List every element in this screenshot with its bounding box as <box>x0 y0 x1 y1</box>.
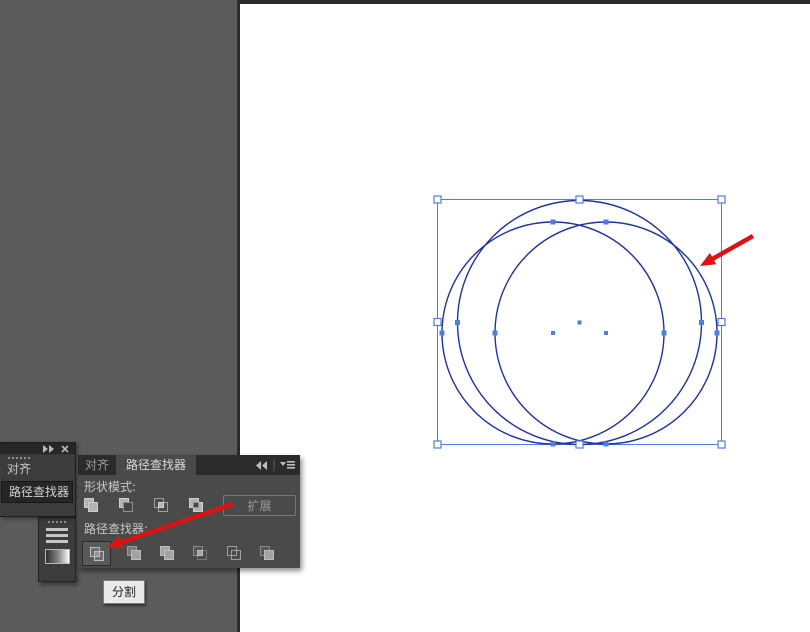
tab-align[interactable]: 对齐 <box>78 455 116 475</box>
panel-list-header[interactable] <box>0 443 75 454</box>
pathfinder-panel-body: 形状模式: 扩展 路径查找器: <box>78 475 300 568</box>
pathfinder-divide-button[interactable] <box>82 541 111 566</box>
anchor-point[interactable] <box>455 320 460 325</box>
bounding-box-handle[interactable] <box>718 319 725 326</box>
divide-tooltip: 分割 <box>103 580 145 604</box>
pathfinder-trim-button[interactable] <box>126 545 142 561</box>
stroke-panel-icon[interactable] <box>46 528 68 543</box>
close-icon[interactable] <box>61 445 69 453</box>
bounding-box-handle[interactable] <box>434 441 441 448</box>
anchor-point[interactable] <box>440 331 445 336</box>
anchor-point[interactable] <box>551 220 556 225</box>
bounding-box-handle[interactable] <box>576 196 583 203</box>
bounding-box-handle[interactable] <box>718 441 725 448</box>
panel-list-items: 对齐路径查找器 <box>0 459 75 503</box>
panel-list-item-pathfinder[interactable]: 路径查找器 <box>1 481 73 503</box>
dock-grip-handle[interactable] <box>48 521 66 523</box>
collapse-to-icons-icon[interactable] <box>256 461 268 470</box>
shape-mode-unite-button[interactable] <box>83 497 99 513</box>
shape-modes-label: 形状模式: <box>84 478 136 495</box>
pathfinder-tabbar: 对齐 路径查找器 <box>78 455 300 475</box>
tab-pathfinder[interactable]: 路径查找器 <box>116 455 196 475</box>
pathfinders-label: 路径查找器: <box>84 520 148 537</box>
panel-menu-icon[interactable] <box>280 460 295 470</box>
pathfinders-row <box>78 541 300 568</box>
tabbar-icons <box>256 455 300 475</box>
center-point[interactable] <box>578 321 582 325</box>
bounding-box-handle[interactable] <box>576 441 583 448</box>
panel-label-list[interactable]: 对齐路径查找器 <box>0 442 76 517</box>
shape-modes-row <box>83 497 204 513</box>
anchor-point[interactable] <box>604 442 609 447</box>
gradient-panel-icon[interactable] <box>45 549 70 564</box>
pathfinder-crop-button[interactable] <box>192 545 208 561</box>
anchor-point[interactable] <box>551 442 556 447</box>
pathfinder-merge-button[interactable] <box>159 545 175 561</box>
center-point[interactable] <box>604 331 608 335</box>
collapsed-icon-dock[interactable] <box>38 517 76 582</box>
expand-panels-icon[interactable] <box>42 445 55 453</box>
shape-mode-exclude-button[interactable] <box>188 497 204 513</box>
center-point[interactable] <box>551 331 555 335</box>
tabbar-separator <box>273 459 275 471</box>
bounding-box-handle[interactable] <box>434 319 441 326</box>
anchor-point[interactable] <box>604 220 609 225</box>
bounding-box-handle[interactable] <box>434 196 441 203</box>
anchor-point[interactable] <box>662 331 667 336</box>
anchor-point[interactable] <box>493 331 498 336</box>
pathfinder-outline-button[interactable] <box>226 545 242 561</box>
pathfinder-minus-back-button[interactable] <box>259 545 275 561</box>
anchor-point[interactable] <box>715 331 720 336</box>
pathfinder-panel: 对齐 路径查找器 形状模式: 扩展 路径查找器: <box>78 455 300 568</box>
shape-mode-minus-front-button[interactable] <box>118 497 134 513</box>
shape-mode-intersect-button[interactable] <box>153 497 169 513</box>
anchor-point[interactable] <box>699 320 704 325</box>
expand-button[interactable]: 扩展 <box>223 495 296 516</box>
panel-list-item-align[interactable]: 对齐 <box>0 459 75 480</box>
bounding-box-handle[interactable] <box>718 196 725 203</box>
